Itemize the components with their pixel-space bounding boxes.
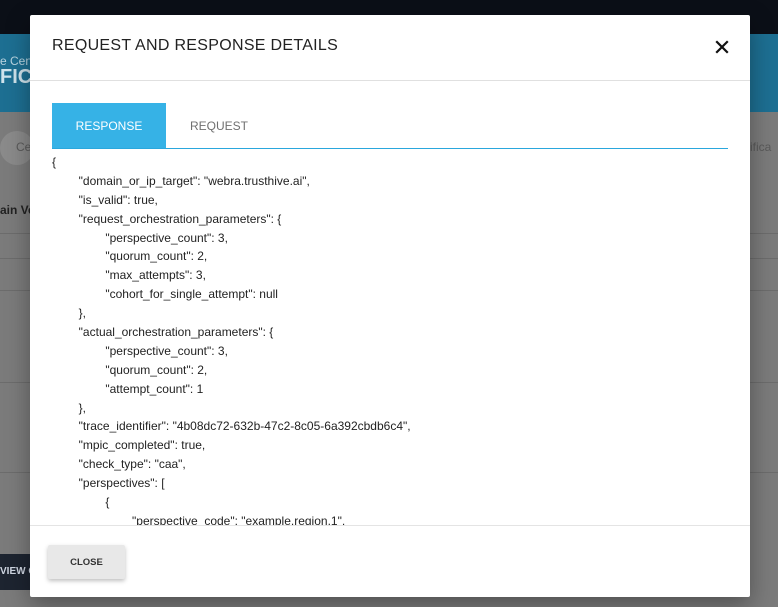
details-modal: REQUEST AND RESPONSE DETAILS RESPONSE RE… bbox=[30, 15, 750, 597]
close-icon[interactable] bbox=[710, 35, 734, 59]
json-line: "trace_identifier": "4b08dc72-632b-47c2-… bbox=[52, 419, 411, 434]
tab-response[interactable]: RESPONSE bbox=[52, 103, 166, 148]
json-line: "perspective_count": 3, bbox=[52, 343, 228, 358]
response-json-viewer[interactable]: { "domain_or_ip_target": "webra.trusthiv… bbox=[52, 153, 742, 525]
json-line: "request_orchestration_parameters": { bbox=[52, 211, 282, 226]
json-line: "perspective_count": 3, bbox=[52, 230, 228, 245]
tab-bar: RESPONSE REQUEST bbox=[52, 103, 728, 149]
json-line: { bbox=[52, 495, 110, 510]
json-line: }, bbox=[52, 400, 87, 415]
json-line: "quorum_count": 2, bbox=[52, 249, 208, 264]
view-button[interactable]: VIEW C bbox=[0, 554, 34, 590]
json-line: "actual_orchestration_parameters": { bbox=[52, 325, 274, 340]
modal-title: REQUEST AND RESPONSE DETAILS bbox=[52, 37, 339, 54]
json-line: "domain_or_ip_target": "webra.trusthive.… bbox=[52, 173, 310, 188]
json-line: "perspectives": [ bbox=[52, 476, 165, 491]
json-line: { bbox=[52, 155, 57, 169]
modal-header: REQUEST AND RESPONSE DETAILS bbox=[30, 15, 750, 81]
json-line: "max_attempts": 3, bbox=[52, 268, 206, 283]
json-line: "is_valid": true, bbox=[52, 192, 158, 207]
json-line: "attempt_count": 1 bbox=[52, 381, 204, 396]
json-line: "quorum_count": 2, bbox=[52, 362, 208, 377]
json-line: "check_type": "caa", bbox=[52, 457, 186, 472]
json-line: "perspective_code": "example.region.1", bbox=[52, 513, 346, 525]
json-line: }, bbox=[52, 306, 87, 321]
json-line: "cohort_for_single_attempt": null bbox=[52, 287, 278, 302]
close-button[interactable]: CLOSE bbox=[48, 545, 125, 579]
json-line: "mpic_completed": true, bbox=[52, 438, 206, 453]
tab-request[interactable]: REQUEST bbox=[162, 103, 276, 148]
modal-footer: CLOSE bbox=[30, 525, 750, 598]
